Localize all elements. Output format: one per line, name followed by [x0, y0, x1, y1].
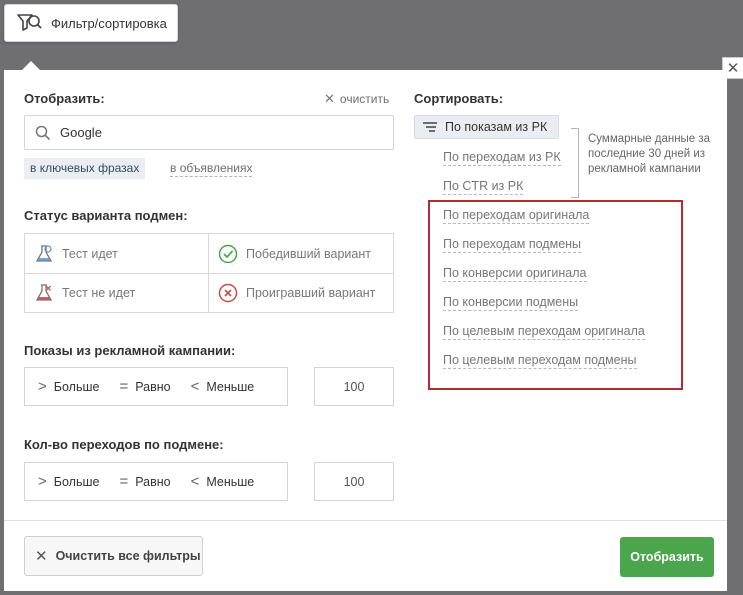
filter-search-icon	[17, 14, 42, 31]
impressions-heading: Показы из рекламной кампании:	[24, 343, 236, 358]
less-option[interactable]: < Меньше	[191, 378, 255, 395]
clear-all-label: Очистить все фильтры	[55, 549, 201, 563]
greater-than-icon: >	[38, 473, 47, 490]
check-circle-icon	[218, 244, 238, 263]
more-option[interactable]: > Больше	[38, 473, 99, 490]
equal-option[interactable]: = Равно	[119, 473, 170, 490]
less-option[interactable]: < Меньше	[191, 473, 255, 490]
less-than-icon: <	[190, 473, 200, 490]
less-than-icon: <	[190, 378, 200, 395]
status-label: Тест идет	[62, 246, 118, 261]
clicks-comparison: > Больше = Равно < Меньше	[24, 462, 288, 501]
equals-icon: =	[119, 378, 129, 395]
clicks-heading: Кол-во переходов по подмене:	[24, 437, 224, 452]
status-loser[interactable]: Проигравший вариант	[209, 273, 393, 312]
status-options: Тест идет Победивший вариант Тест не иде…	[24, 233, 394, 313]
apply-button[interactable]: Отобразить	[620, 537, 714, 577]
x-circle-icon	[218, 283, 238, 302]
status-label: Тест не идет	[62, 285, 136, 300]
status-test-stopped[interactable]: Тест не идет	[25, 273, 209, 312]
status-heading: Статус варианта подмен:	[24, 208, 188, 223]
highlight-box	[428, 200, 683, 390]
panel-caret	[22, 61, 40, 70]
less-label: Меньше	[206, 379, 255, 394]
more-label: Больше	[53, 379, 100, 394]
scope-keywords-tab[interactable]: в ключевых фразах	[24, 158, 146, 179]
sort-active-label: По показам из РК	[445, 120, 548, 134]
clear-all-filters-button[interactable]: ✕ Очистить все фильтры	[24, 536, 203, 576]
sort-heading: Сортировать:	[414, 91, 504, 106]
clicks-value-input[interactable]: 100	[314, 462, 394, 501]
scope-ads-tab[interactable]: в объявлениях	[170, 161, 253, 177]
sort-lines-icon	[423, 122, 437, 132]
filter-panel: Отобразить: ✕ очистить Google в ключевых…	[4, 61, 727, 591]
sort-by-campaign-clicks[interactable]: По переходам из РК	[443, 149, 561, 166]
search-value: Google	[60, 125, 102, 140]
equals-icon: =	[119, 473, 129, 490]
close-icon: ✕	[35, 548, 48, 565]
sort-by-campaign-ctr[interactable]: По CTR из РК	[443, 178, 524, 195]
summary-note: Суммарные данные за последние 30 дней из…	[588, 133, 711, 175]
less-label: Меньше	[206, 474, 255, 489]
sort-by-impressions-active[interactable]: По показам из РК	[414, 115, 559, 139]
impressions-value-input[interactable]: 100	[314, 367, 394, 406]
more-option[interactable]: > Больше	[38, 378, 99, 395]
search-icon	[35, 125, 51, 140]
equal-option[interactable]: = Равно	[119, 378, 170, 395]
footer-divider	[4, 520, 727, 521]
status-test-running[interactable]: Тест идет	[25, 234, 209, 273]
status-label: Победивший вариант	[246, 246, 371, 261]
greater-than-icon: >	[38, 378, 47, 395]
display-heading: Отобразить:	[24, 91, 105, 106]
impressions-comparison: > Больше = Равно < Меньше	[24, 367, 288, 406]
equal-label: Равно	[135, 474, 171, 489]
flask-icon	[35, 283, 53, 301]
status-winner[interactable]: Победивший вариант	[209, 234, 393, 273]
search-input[interactable]: Google	[24, 115, 394, 150]
filter-sort-button[interactable]: Фильтр/сортировка	[4, 4, 178, 42]
filter-sort-label: Фильтр/сортировка	[51, 15, 167, 31]
clear-display-link[interactable]: ✕ очистить	[324, 91, 389, 107]
more-label: Больше	[53, 474, 100, 489]
summary-bracket	[571, 128, 579, 198]
flask-icon	[35, 244, 53, 262]
clear-icon: ✕	[324, 91, 335, 106]
clear-display-label: очистить	[339, 92, 390, 106]
equal-label: Равно	[135, 379, 171, 394]
status-label: Проигравший вариант	[246, 285, 376, 300]
